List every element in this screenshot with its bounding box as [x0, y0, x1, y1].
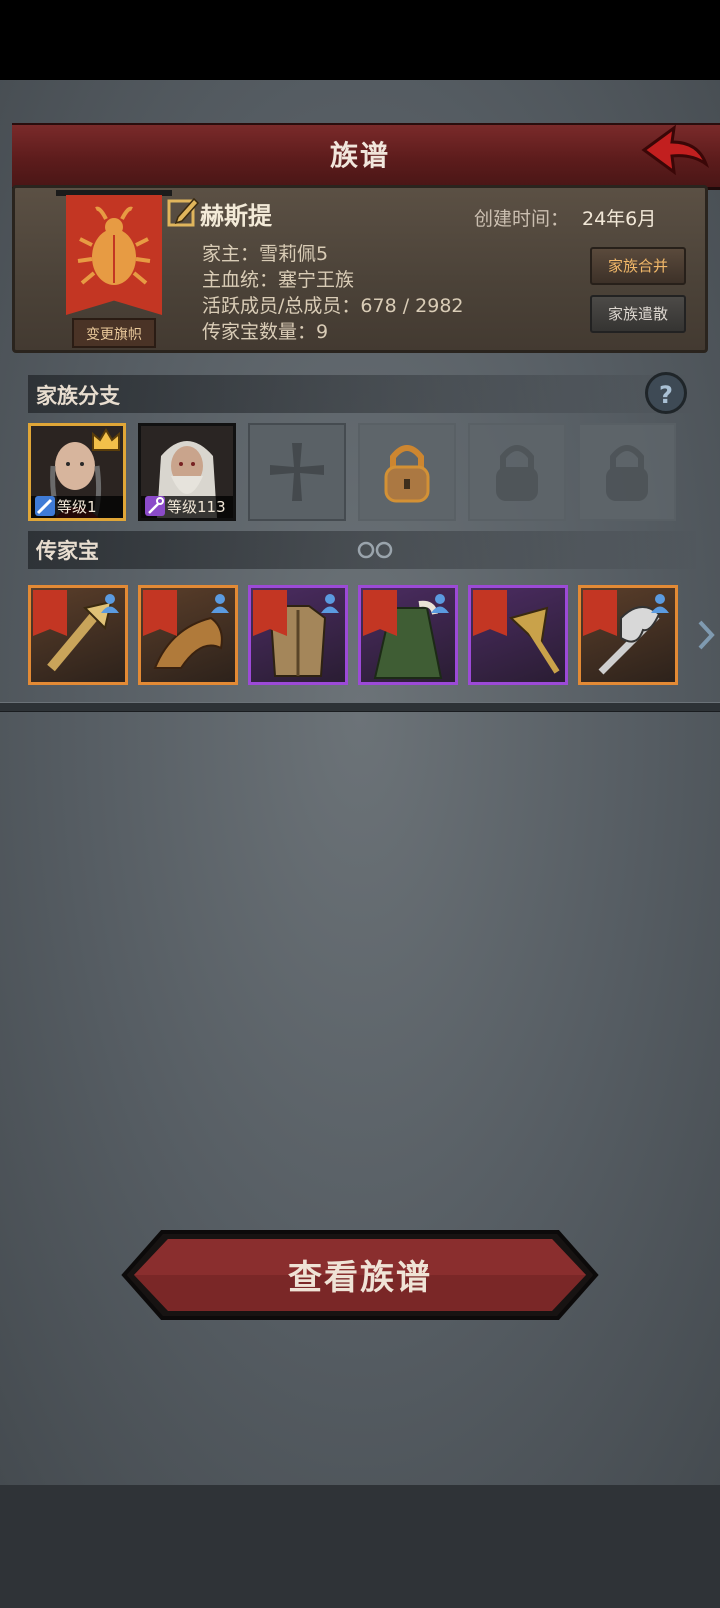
heirlooms-title: 传家宝: [36, 539, 99, 563]
crown-icon: [92, 428, 120, 451]
family-mini-banner: [473, 590, 507, 636]
padlock-icon: [384, 445, 430, 503]
section-divider: [0, 702, 720, 712]
bloodline-line: 主血统：塞宁王族: [202, 269, 355, 291]
armor-heirloom[interactable]: [248, 585, 348, 685]
branch-member-1[interactable]: 等级1: [28, 423, 126, 521]
staff-class-icon: [145, 496, 165, 516]
padlock-icon: [606, 445, 648, 501]
family-head-line: 家主：雪莉佩5: [202, 243, 329, 265]
family-banner[interactable]: [66, 195, 162, 315]
page-title: 族谱: [329, 139, 390, 172]
person-icon: [431, 594, 449, 613]
back-button[interactable]: [640, 124, 712, 180]
family-mini-banner: [253, 590, 287, 636]
family-merge-button[interactable]: 家族合并: [590, 247, 686, 285]
person-icon: [651, 594, 669, 613]
mace-heirloom[interactable]: [28, 585, 128, 685]
dragon-heirloom[interactable]: [138, 585, 238, 685]
sword-class-icon: [35, 496, 55, 516]
person-icon: [211, 594, 229, 613]
person-icon: [321, 594, 339, 613]
scepter-heirloom[interactable]: [468, 585, 568, 685]
branches-title: 家族分支: [36, 384, 120, 408]
heirloom-count-line: 传家宝数量：9: [202, 321, 329, 343]
members-line: 活跃成员/总成员：678 / 2982: [202, 295, 464, 317]
view-toggle-icon[interactable]: [356, 541, 396, 559]
back-arrow-icon: [641, 124, 710, 176]
created-time-label: 创建时间：: [474, 208, 570, 230]
bottom-bar: [0, 1485, 720, 1608]
empty-branch-slot[interactable]: [248, 423, 346, 521]
locked-branch-slot: [578, 423, 676, 521]
edit-name-icon[interactable]: [166, 195, 200, 229]
chevron-right-icon[interactable]: [696, 618, 716, 652]
created-time-value: 24年6月: [582, 208, 657, 230]
padlock-icon: [496, 445, 538, 501]
family-mini-banner: [33, 590, 67, 636]
family-name: 赫斯提: [200, 202, 272, 230]
axe-heirloom[interactable]: [578, 585, 678, 685]
family-mini-banner: [583, 590, 617, 636]
view-family-tree-label: 查看族谱: [288, 1258, 432, 1298]
family-mini-banner: [143, 590, 177, 636]
family-mini-banner: [363, 590, 397, 636]
beetle-emblem-icon: [77, 206, 151, 285]
cross-emblem-icon: [270, 443, 324, 501]
unlockable-branch-slot[interactable]: [358, 423, 456, 521]
branches-section-header: [28, 375, 696, 413]
change-flag-button[interactable]: 变更旗帜: [72, 318, 156, 348]
locked-branch-slot: [468, 423, 566, 521]
help-icon[interactable]: ?: [645, 372, 687, 414]
person-icon: [101, 594, 119, 613]
cloak-heirloom[interactable]: [358, 585, 458, 685]
family-disband-button[interactable]: 家族遣散: [590, 295, 686, 333]
branch-member-2[interactable]: 等级113: [138, 423, 236, 521]
